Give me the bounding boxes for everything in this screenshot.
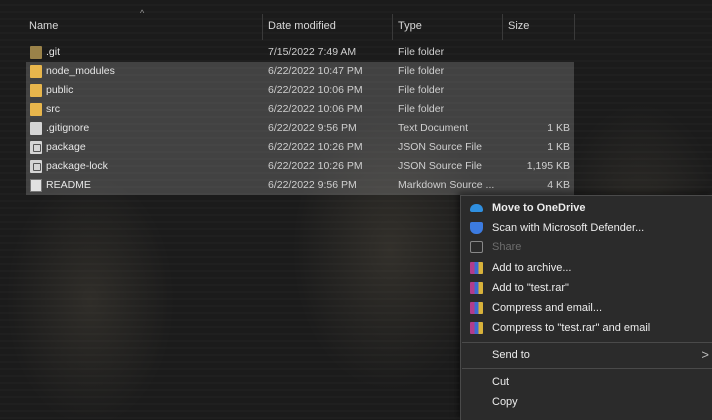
menu-item-add-to-archive[interactable]: Add to archive... xyxy=(461,258,712,278)
menu-item-scan-defender[interactable]: Scan with Microsoft Defender... xyxy=(461,218,712,238)
menu-item-add-to-test-rar[interactable]: Add to "test.rar" xyxy=(461,278,712,298)
file-name: .gitignore xyxy=(46,122,90,134)
file-size: 1 KB xyxy=(547,122,570,134)
file-date: 6/22/2022 10:26 PM xyxy=(268,160,363,172)
json-file-icon xyxy=(30,160,42,173)
defender-shield-icon xyxy=(470,222,483,234)
column-divider[interactable] xyxy=(262,14,263,40)
column-divider[interactable] xyxy=(392,14,393,40)
winrar-icon xyxy=(470,282,483,294)
file-date: 6/22/2022 10:47 PM xyxy=(268,65,363,77)
menu-item-move-to-onedrive[interactable]: Move to OneDrive xyxy=(461,198,712,218)
menu-item-copy[interactable]: Copy xyxy=(461,392,712,412)
winrar-icon xyxy=(470,322,483,334)
file-type: Text Document xyxy=(398,122,469,134)
file-date: 6/22/2022 10:06 PM xyxy=(268,103,363,115)
menu-separator xyxy=(462,342,712,343)
folder-icon xyxy=(30,84,42,97)
file-row-gitignore[interactable]: .gitignore 6/22/2022 9:56 PM Text Docume… xyxy=(26,119,574,138)
file-name: package-lock xyxy=(46,160,108,172)
file-name: node_modules xyxy=(46,65,115,77)
onedrive-cloud-icon xyxy=(470,204,483,212)
file-size: 1 KB xyxy=(547,141,570,153)
file-row-package[interactable]: package 6/22/2022 10:26 PM JSON Source F… xyxy=(26,138,574,157)
menu-item-label: Send to xyxy=(492,349,530,361)
file-row-node-modules[interactable]: node_modules 6/22/2022 10:47 PM File fol… xyxy=(26,62,574,81)
winrar-icon xyxy=(470,302,483,314)
winrar-icon xyxy=(470,262,483,274)
column-header-name[interactable]: Name xyxy=(29,20,58,32)
menu-item-label: Compress to "test.rar" and email xyxy=(492,322,651,334)
menu-item-label: Move to OneDrive xyxy=(492,202,586,214)
menu-item-compress-and-email[interactable]: Compress and email... xyxy=(461,298,712,318)
folder-icon xyxy=(30,65,42,78)
menu-item-label: Share xyxy=(492,241,522,253)
file-type: JSON Source File xyxy=(398,141,483,153)
menu-item-label: Add to "test.rar" xyxy=(492,282,569,294)
file-row-src[interactable]: src 6/22/2022 10:06 PM File folder xyxy=(26,100,574,119)
menu-item-label: Copy xyxy=(492,396,518,408)
menu-item-compress-to-test-rar-and-email[interactable]: Compress to "test.rar" and email xyxy=(461,318,712,338)
column-header-bar: ^ Name Date modified Type Size xyxy=(0,0,712,42)
file-date: 6/22/2022 10:26 PM xyxy=(268,141,363,153)
folder-icon xyxy=(30,103,42,116)
folder-icon xyxy=(30,46,42,59)
menu-separator xyxy=(462,368,712,369)
menu-item-label: Compress and email... xyxy=(492,302,603,314)
file-date: 6/22/2022 9:56 PM xyxy=(268,122,357,134)
file-date: 6/22/2022 9:56 PM xyxy=(268,179,357,191)
file-name: public xyxy=(46,84,74,96)
column-divider[interactable] xyxy=(502,14,503,40)
menu-item-cut[interactable]: Cut xyxy=(461,372,712,392)
context-menu: Move to OneDrive Scan with Microsoft Def… xyxy=(460,195,712,420)
column-header-size[interactable]: Size xyxy=(508,20,529,32)
file-name: package xyxy=(46,141,86,153)
menu-item-label: Add to archive... xyxy=(492,262,572,274)
menu-item-label: Scan with Microsoft Defender... xyxy=(492,222,645,234)
file-date: 6/22/2022 10:06 PM xyxy=(268,84,363,96)
file-name: README xyxy=(46,179,91,191)
chevron-right-icon: > xyxy=(701,347,709,362)
file-list: .git 7/15/2022 7:49 AM File folder node_… xyxy=(26,43,574,195)
file-type: JSON Source File xyxy=(398,160,483,172)
file-size: 4 KB xyxy=(547,179,570,191)
column-header-type[interactable]: Type xyxy=(398,20,422,32)
file-name: .git xyxy=(46,46,61,58)
file-type: File folder xyxy=(398,65,445,77)
file-type: File folder xyxy=(398,46,445,58)
share-icon xyxy=(470,241,483,253)
file-type: File folder xyxy=(398,84,445,96)
menu-item-share[interactable]: Share xyxy=(461,237,712,257)
menu-item-label: Cut xyxy=(492,376,510,388)
file-row-readme[interactable]: README 6/22/2022 9:56 PM Markdown Source… xyxy=(26,176,574,195)
file-type: Markdown Source ... xyxy=(398,179,495,191)
text-file-icon xyxy=(30,122,42,135)
file-date: 7/15/2022 7:49 AM xyxy=(268,46,357,58)
file-row-git[interactable]: .git 7/15/2022 7:49 AM File folder xyxy=(26,43,574,62)
file-size: 1,195 KB xyxy=(526,160,570,172)
file-type: File folder xyxy=(398,103,445,115)
markdown-file-icon xyxy=(30,179,42,192)
sort-ascending-icon: ^ xyxy=(140,8,145,18)
column-header-date[interactable]: Date modified xyxy=(268,20,336,32)
menu-item-send-to[interactable]: Send to > xyxy=(461,345,712,365)
file-row-package-lock[interactable]: package-lock 6/22/2022 10:26 PM JSON Sou… xyxy=(26,157,574,176)
json-file-icon xyxy=(30,141,42,154)
file-row-public[interactable]: public 6/22/2022 10:06 PM File folder xyxy=(26,81,574,100)
column-divider[interactable] xyxy=(574,14,575,40)
file-name: src xyxy=(46,103,60,115)
